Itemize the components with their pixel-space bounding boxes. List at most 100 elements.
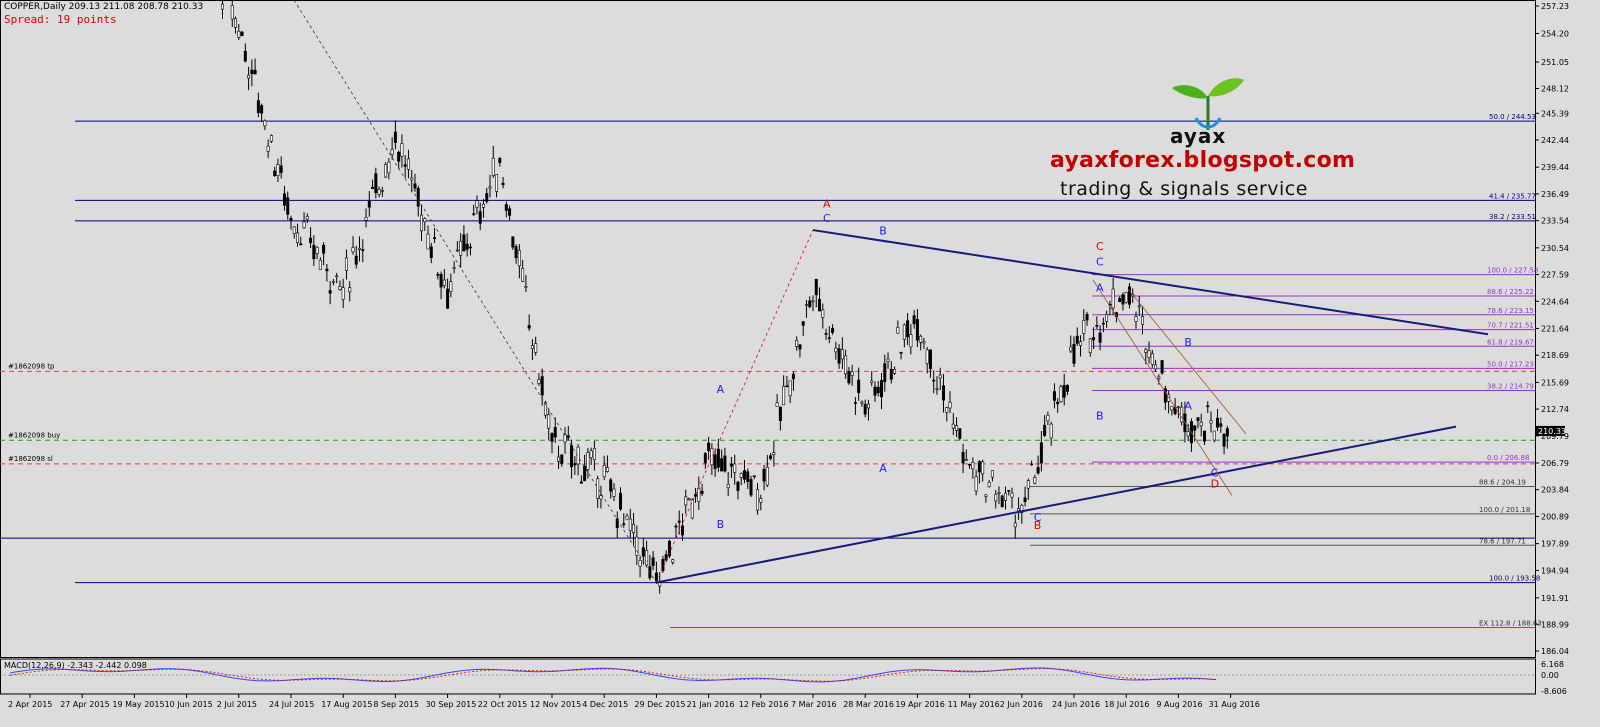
wave-label: B	[1096, 409, 1104, 422]
candle-body	[1059, 386, 1063, 402]
macd-tick-label: -8.606	[1541, 687, 1567, 696]
candle-body	[1157, 376, 1161, 379]
candle-body	[495, 174, 499, 192]
x-tick-label: 9 Aug 2016	[1156, 700, 1202, 709]
candle-body	[348, 287, 352, 293]
candle-body	[1003, 492, 1007, 501]
candle-body	[632, 523, 636, 533]
level-label: 50.0 / 244.53	[1489, 113, 1536, 121]
candle-body	[840, 349, 844, 360]
candle-body	[1098, 332, 1102, 343]
candle-body	[455, 249, 459, 252]
candle-body	[609, 479, 613, 492]
candle-body	[1216, 417, 1220, 428]
candle-body	[1176, 406, 1180, 408]
gray-level-label: 88.6 / 204.19	[1479, 479, 1526, 487]
x-tick-label: 24 Jul 2015	[269, 700, 314, 709]
candle-body	[919, 335, 923, 343]
candle-body	[1036, 467, 1040, 474]
candle-body	[230, 5, 234, 20]
candle-body	[968, 463, 972, 466]
candle-body	[808, 300, 812, 308]
candle-body	[354, 255, 358, 265]
wave-label: B	[717, 518, 725, 531]
price-chart[interactable]: 257.23 254.20 251.05 248.12 245.39 242.44 239.…	[0, 0, 1600, 727]
candle-body	[1085, 314, 1089, 321]
candle-body	[602, 464, 606, 478]
candle-body	[844, 355, 848, 375]
candle-body	[723, 455, 727, 472]
candle-body	[491, 157, 495, 176]
candle-body	[876, 386, 880, 394]
candle-body	[1092, 337, 1096, 341]
order-label-tp: #1862098 tp	[8, 362, 55, 370]
candle-body	[866, 403, 870, 409]
spread-label: Spread: 19 points	[4, 13, 117, 26]
candle-body	[273, 170, 277, 176]
candle-body	[994, 494, 998, 502]
gray-level-label: EX 112.8 / 188.63	[1479, 620, 1542, 628]
macd-tick-label: 6.168	[1541, 660, 1564, 669]
candle-body	[269, 135, 273, 142]
candle-body	[452, 267, 456, 270]
plot-frame	[0, 0, 1536, 658]
wave-label: A	[1184, 399, 1192, 412]
candle-body	[700, 490, 704, 494]
candle-body	[1000, 495, 1004, 507]
candle-body	[928, 349, 932, 369]
candle-body	[964, 459, 968, 461]
candle-body	[1026, 480, 1030, 489]
candle-body	[364, 217, 368, 221]
candle-body	[697, 487, 701, 502]
wave-label: A	[823, 197, 831, 210]
candle-body	[312, 244, 316, 260]
candle-body	[511, 236, 515, 248]
candle-body	[1049, 423, 1053, 439]
wave-label: B	[1034, 519, 1042, 532]
candle-body	[729, 463, 733, 467]
candle-body	[756, 489, 760, 511]
candle-body	[1196, 417, 1200, 422]
candle-body	[527, 325, 531, 329]
candle-body	[1075, 335, 1079, 344]
gray-level-label: 78.6 / 197.71	[1479, 537, 1526, 545]
x-tick-label: 28 Mar 2016	[843, 700, 894, 709]
candle-body	[553, 427, 557, 438]
candle-body	[971, 462, 975, 470]
candle-body	[932, 379, 936, 382]
candle-body	[256, 100, 260, 113]
candle-body	[720, 458, 724, 472]
candle-body	[596, 478, 600, 499]
candle-body	[703, 453, 707, 464]
candle-body	[710, 448, 714, 466]
candle-body	[403, 164, 407, 167]
candle-body	[782, 385, 786, 406]
x-tick-label: 22 Oct 2015	[478, 700, 527, 709]
fib-label: 78.6 / 223.15	[1487, 307, 1534, 315]
y-tick-label: 233.54	[1541, 217, 1569, 226]
y-tick-label: 224.64	[1541, 297, 1569, 306]
logo-site: ayaxforex.blogspot.com	[1050, 148, 1356, 173]
candle-body	[573, 463, 577, 466]
candle-body	[586, 452, 590, 470]
candle-body	[315, 246, 319, 254]
y-tick-label: 218.69	[1541, 351, 1569, 360]
candle-body	[906, 320, 910, 338]
candle-body	[625, 515, 629, 520]
candle-body	[406, 158, 410, 170]
y-tick-label: 227.59	[1541, 271, 1569, 280]
candle-body	[397, 151, 401, 162]
candle-body	[462, 234, 466, 252]
candle-body	[1150, 353, 1154, 365]
candle-body	[713, 454, 717, 469]
wave-label: B	[1184, 336, 1192, 349]
candle-body	[1056, 401, 1060, 405]
candle-body	[416, 188, 420, 207]
candle-body	[798, 344, 802, 350]
candle-body	[818, 298, 822, 312]
candle-body	[772, 452, 776, 455]
x-tick-label: 12 Nov 2015	[530, 700, 581, 709]
candle-body	[984, 494, 988, 497]
candle-body	[599, 495, 603, 500]
candle-body	[739, 472, 743, 478]
